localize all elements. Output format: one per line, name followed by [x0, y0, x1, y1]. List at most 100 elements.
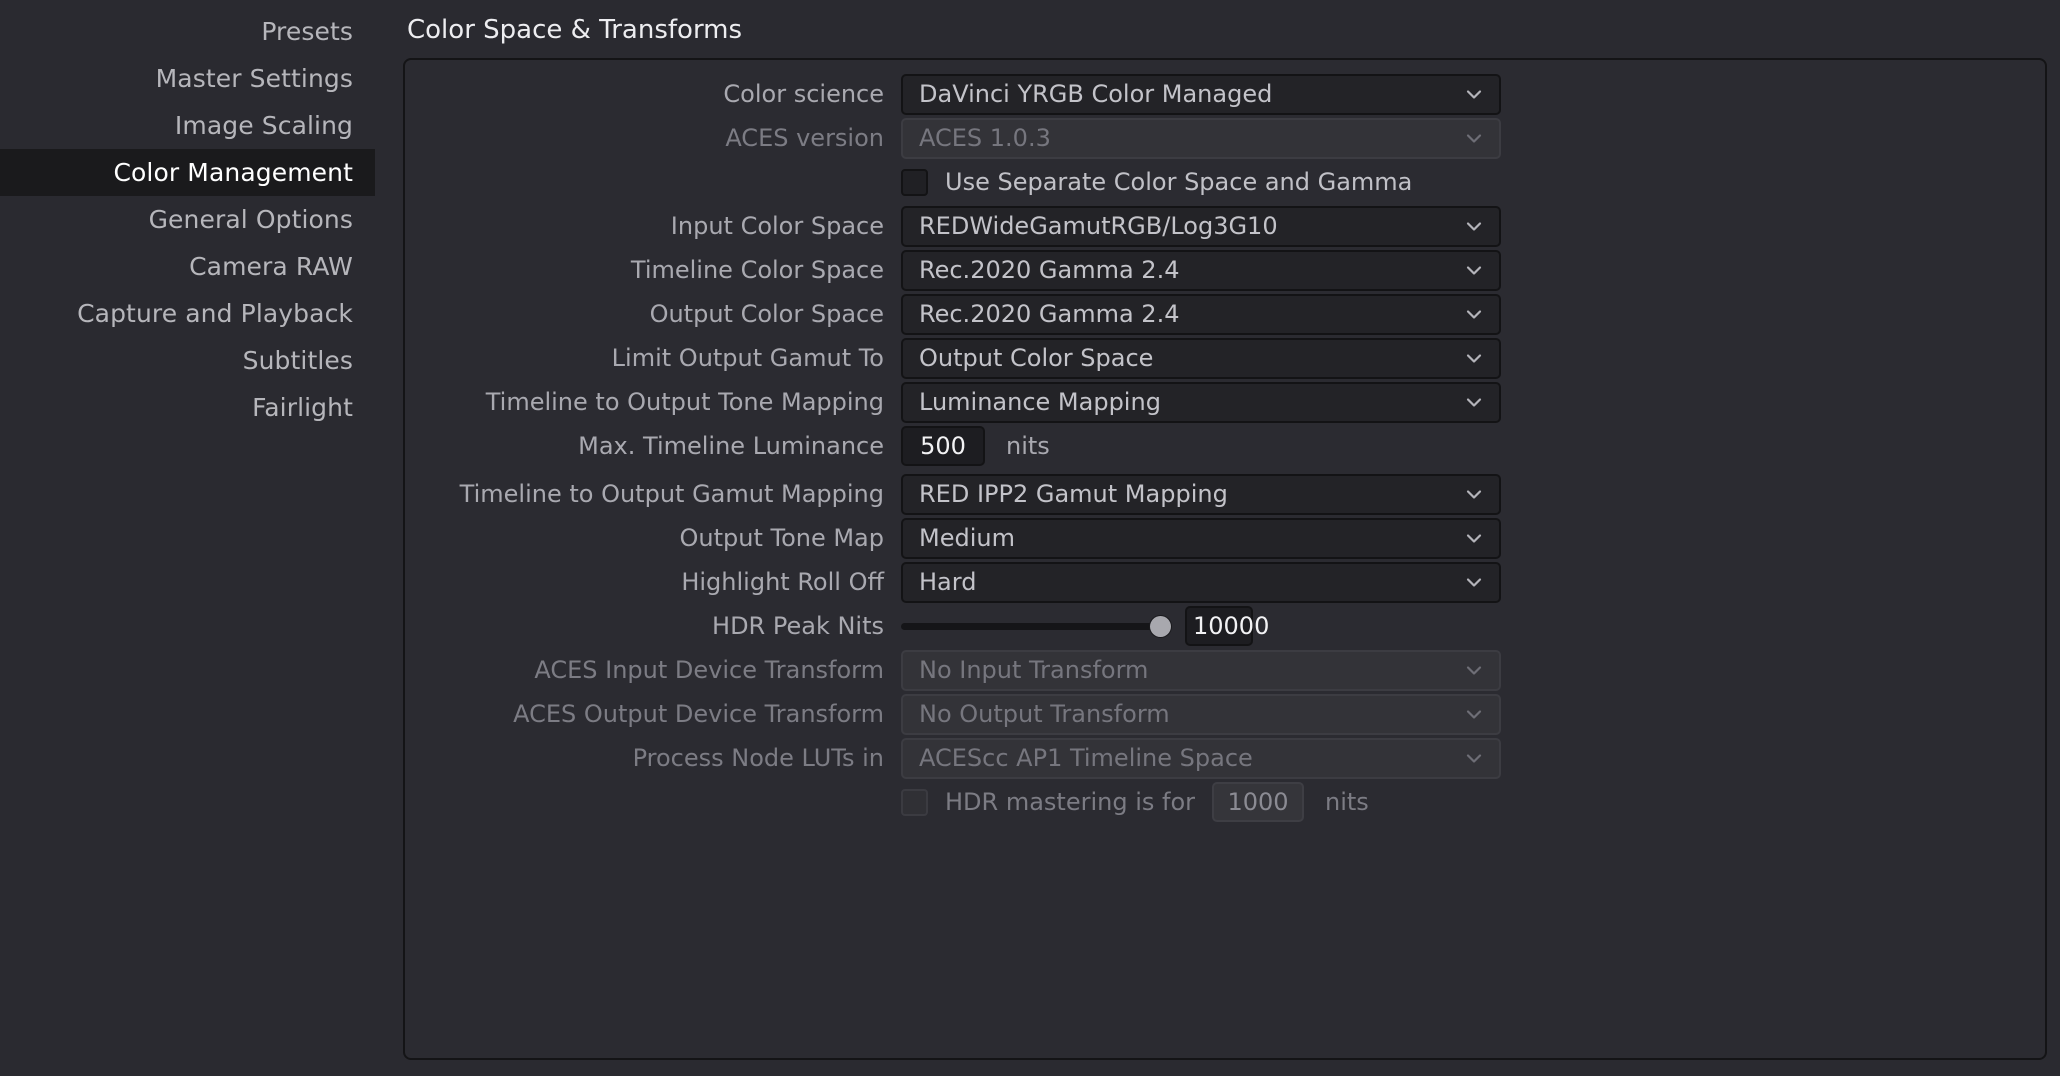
sidebar-item-label: Master Settings [155, 64, 353, 93]
sidebar-item-presets[interactable]: Presets [0, 8, 375, 55]
label-process-node-luts: Process Node LUTs in [632, 744, 884, 772]
label-aces-odt: ACES Output Device Transform [513, 700, 884, 728]
chevron-down-icon [1461, 81, 1487, 107]
sidebar-item-subtitles[interactable]: Subtitles [0, 337, 375, 384]
separate-color-space-gamma-label: Use Separate Color Space and Gamma [945, 168, 1413, 196]
aces-idt-dropdown: No Input Transform [901, 649, 1501, 691]
timeline-color-space-dropdown[interactable]: Rec.2020 Gamma 2.4 [901, 249, 1501, 291]
label-highlight-roll-off: Highlight Roll Off [681, 568, 884, 596]
chevron-down-icon [1461, 745, 1487, 771]
settings-content: Color Space & Transforms Color science D… [375, 0, 2060, 1076]
field-aces-idt: No Input Transform [901, 649, 1501, 691]
sidebar-item-camera-raw[interactable]: Camera RAW [0, 243, 375, 290]
max-timeline-luminance-input[interactable]: 500 [901, 426, 985, 466]
aces-odt-dropdown: No Output Transform [901, 693, 1501, 735]
highlight-roll-off-value: Hard [919, 569, 977, 595]
separate-color-space-gamma-checkbox[interactable] [901, 168, 928, 196]
sidebar-item-image-scaling[interactable]: Image Scaling [0, 102, 375, 149]
gamut-mapping-value: RED IPP2 Gamut Mapping [919, 481, 1228, 507]
field-output-tone-map: Medium [901, 517, 1501, 559]
hdr-peak-nits-input[interactable]: 10000 [1185, 606, 1269, 646]
tone-mapping-dropdown[interactable]: Luminance Mapping [901, 381, 1501, 423]
label-output-color-space: Output Color Space [649, 300, 884, 328]
sidebar-item-label: General Options [148, 205, 353, 234]
sidebar-item-label: Capture and Playback [77, 299, 353, 328]
field-highlight-roll-off: Hard [901, 561, 1501, 603]
input-color-space-value: REDWideGamutRGB/Log3G10 [919, 213, 1278, 239]
sidebar-item-fairlight[interactable]: Fairlight [0, 384, 375, 431]
color-science-dropdown[interactable]: DaVinci YRGB Color Managed [901, 73, 1501, 115]
field-input-color-space: REDWideGamutRGB/Log3G10 [901, 205, 1501, 247]
color-science-value: DaVinci YRGB Color Managed [919, 81, 1273, 107]
field-aces-odt: No Output Transform [901, 693, 1501, 735]
field-limit-output-gamut: Output Color Space [901, 337, 1501, 379]
sidebar-item-label: Color Management [113, 158, 353, 187]
gamut-mapping-dropdown[interactable]: RED IPP2 Gamut Mapping [901, 473, 1501, 515]
field-gamut-mapping: RED IPP2 Gamut Mapping [901, 473, 1501, 515]
label-aces-idt: ACES Input Device Transform [534, 656, 884, 684]
tone-mapping-value: Luminance Mapping [919, 389, 1161, 415]
aces-odt-value: No Output Transform [919, 701, 1170, 727]
chevron-down-icon [1461, 301, 1487, 327]
sidebar-item-label: Subtitles [242, 346, 353, 375]
sidebar-item-master-settings[interactable]: Master Settings [0, 55, 375, 102]
row-output-tone-map: Output Tone Map Medium [405, 516, 2045, 560]
max-timeline-luminance-unit: nits [1006, 432, 1050, 460]
aces-version-dropdown: ACES 1.0.3 [901, 117, 1501, 159]
field-output-color-space: Rec.2020 Gamma 2.4 [901, 293, 1501, 335]
limit-output-gamut-value: Output Color Space [919, 345, 1154, 371]
row-max-timeline-luminance: Max. Timeline Luminance 500 nits [405, 424, 2045, 468]
aces-idt-value: No Input Transform [919, 657, 1149, 683]
settings-window: Presets Master Settings Image Scaling Co… [0, 0, 2060, 1076]
field-color-science: DaVinci YRGB Color Managed [901, 73, 1501, 115]
hdr-mastering-checkbox [901, 788, 928, 816]
field-hdr-mastering: HDR mastering is for 1000 nits [901, 782, 1369, 822]
process-node-luts-dropdown: ACEScc AP1 Timeline Space [901, 737, 1501, 779]
timeline-color-space-value: Rec.2020 Gamma 2.4 [919, 257, 1180, 283]
output-color-space-value: Rec.2020 Gamma 2.4 [919, 301, 1180, 327]
sidebar-item-label: Camera RAW [189, 252, 353, 281]
highlight-roll-off-dropdown[interactable]: Hard [901, 561, 1501, 603]
sidebar-item-capture-and-playback[interactable]: Capture and Playback [0, 290, 375, 337]
sidebar-item-general-options[interactable]: General Options [0, 196, 375, 243]
field-hdr-peak-nits: 10000 [901, 606, 1269, 646]
field-tone-mapping: Luminance Mapping [901, 381, 1501, 423]
row-input-color-space: Input Color Space REDWideGamutRGB/Log3G1… [405, 204, 2045, 248]
row-output-color-space: Output Color Space Rec.2020 Gamma 2.4 [405, 292, 2045, 336]
output-tone-map-dropdown[interactable]: Medium [901, 517, 1501, 559]
chevron-down-icon [1461, 125, 1487, 151]
row-aces-odt: ACES Output Device Transform No Output T… [405, 692, 2045, 736]
row-limit-output-gamut: Limit Output Gamut To Output Color Space [405, 336, 2045, 380]
row-gamut-mapping: Timeline to Output Gamut Mapping RED IPP… [405, 472, 2045, 516]
hdr-mastering-label: HDR mastering is for [945, 788, 1196, 816]
chevron-down-icon [1461, 389, 1487, 415]
slider-thumb[interactable] [1150, 615, 1171, 637]
output-color-space-dropdown[interactable]: Rec.2020 Gamma 2.4 [901, 293, 1501, 335]
chevron-down-icon [1461, 525, 1487, 551]
label-output-tone-map: Output Tone Map [679, 524, 884, 552]
chevron-down-icon [1461, 345, 1487, 371]
row-tone-mapping: Timeline to Output Tone Mapping Luminanc… [405, 380, 2045, 424]
hdr-mastering-input: 1000 [1212, 782, 1305, 822]
label-timeline-color-space: Timeline Color Space [630, 256, 884, 284]
field-max-timeline-luminance: 500 nits [901, 426, 1050, 466]
hdr-peak-nits-slider[interactable] [901, 613, 1171, 639]
chevron-down-icon [1461, 657, 1487, 683]
label-gamut-mapping: Timeline to Output Gamut Mapping [459, 480, 884, 508]
limit-output-gamut-dropdown[interactable]: Output Color Space [901, 337, 1501, 379]
output-tone-map-value: Medium [919, 525, 1015, 551]
row-hdr-mastering: HDR mastering is for 1000 nits [405, 780, 2045, 824]
slider-track [901, 622, 1171, 630]
input-color-space-dropdown[interactable]: REDWideGamutRGB/Log3G10 [901, 205, 1501, 247]
aces-version-value: ACES 1.0.3 [919, 125, 1051, 151]
chevron-down-icon [1461, 569, 1487, 595]
row-timeline-color-space: Timeline Color Space Rec.2020 Gamma 2.4 [405, 248, 2045, 292]
row-separate-color-space-gamma: Use Separate Color Space and Gamma [405, 160, 2045, 204]
chevron-down-icon [1461, 213, 1487, 239]
field-process-node-luts: ACEScc AP1 Timeline Space [901, 737, 1501, 779]
sidebar-item-color-management[interactable]: Color Management [0, 149, 375, 196]
row-highlight-roll-off: Highlight Roll Off Hard [405, 560, 2045, 604]
label-aces-version: ACES version [725, 124, 884, 152]
field-separate-color-space-gamma: Use Separate Color Space and Gamma [901, 168, 1413, 196]
page-title: Color Space & Transforms [407, 15, 743, 45]
